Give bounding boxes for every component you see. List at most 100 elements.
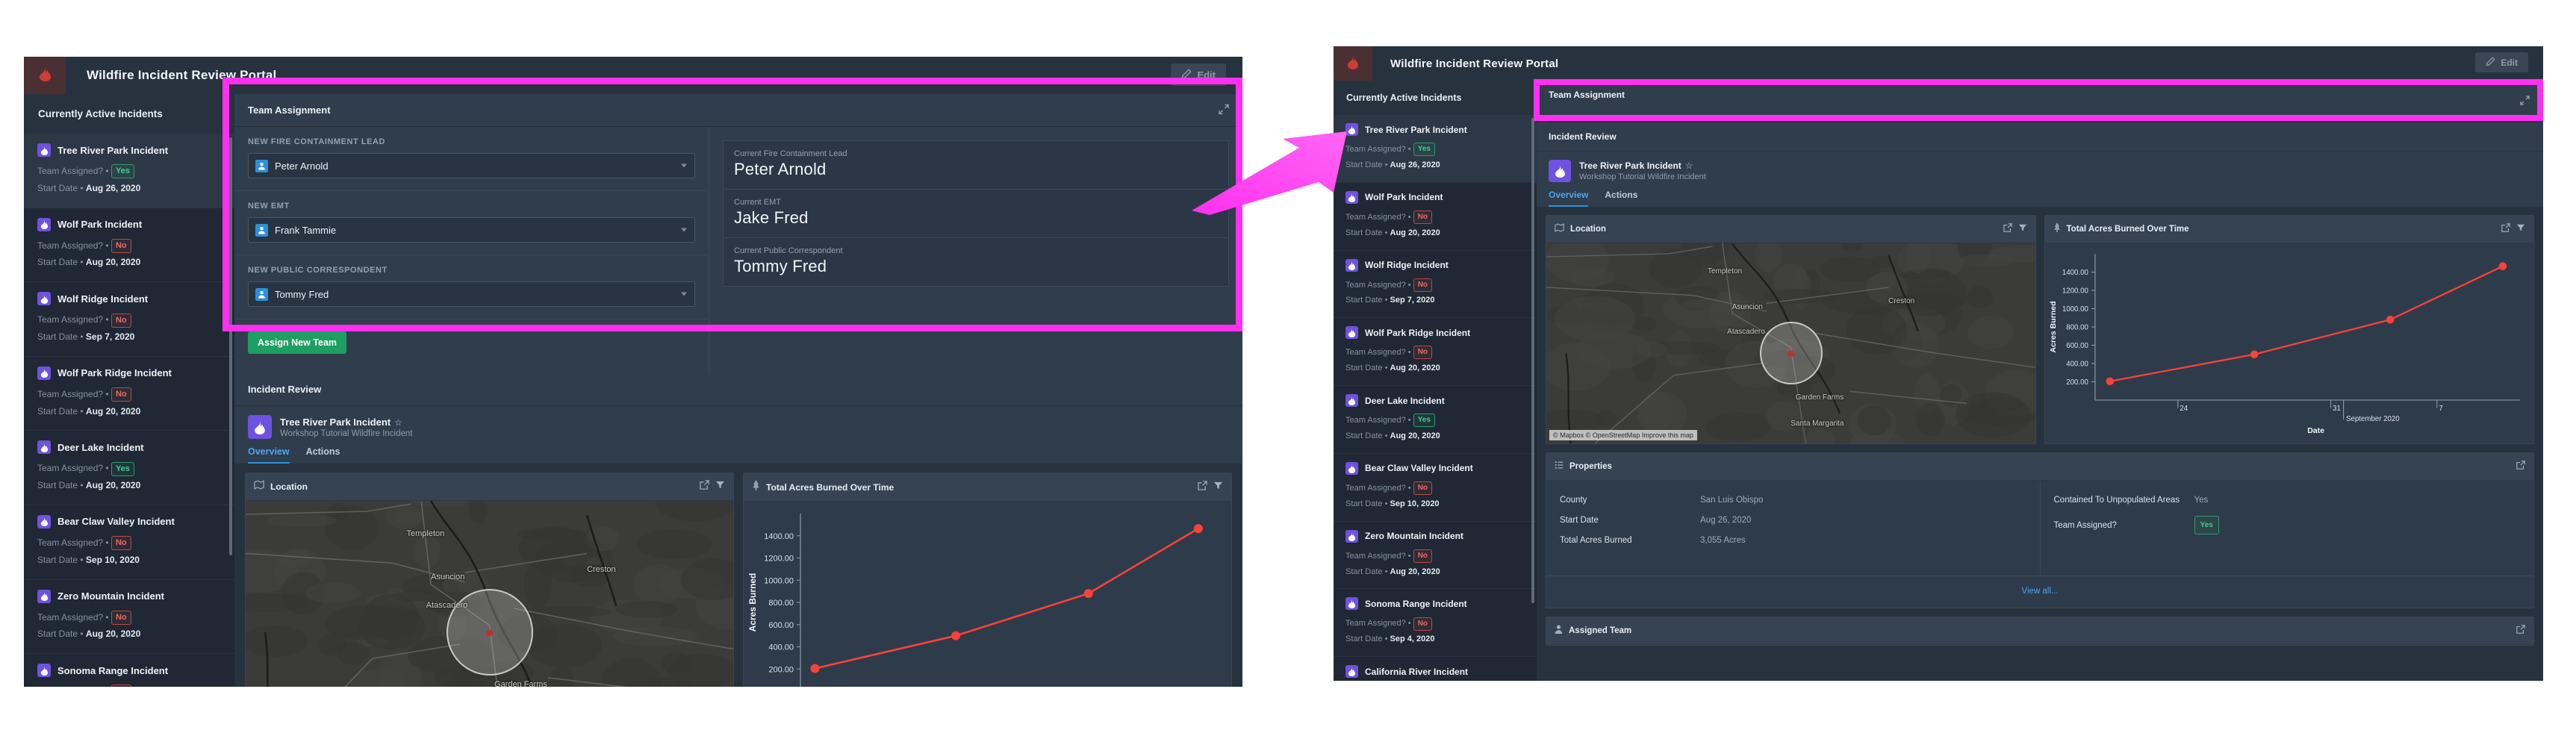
list-item[interactable]: Sonoma Range Incident Team Assigned? • No…: [1334, 589, 1537, 657]
location-map[interactable]: © Mapbox © OpenStreetMap Improve this ma…: [1546, 243, 2035, 443]
list-item[interactable]: Bear Claw Valley Incident Team Assigned? …: [1334, 454, 1537, 522]
app-logo: [1334, 46, 1372, 81]
incident-flame-icon: [1345, 597, 1358, 610]
acres-burned-chart[interactable]: 200.00 400.00 600.00 800.00 1000.00 1200.00 14…: [744, 502, 1231, 687]
incident-tabs: Overview Actions: [248, 446, 1229, 464]
location-card-title: Location: [270, 481, 694, 492]
tab-actions[interactable]: Actions: [306, 446, 340, 464]
incident-list[interactable]: Tree River Park Incident Team Assigned? •…: [24, 134, 234, 687]
list-item[interactable]: Wolf Ridge Incident Team Assigned? • No St…: [24, 282, 234, 357]
favorite-star-icon[interactable]: ☆: [1685, 160, 1693, 171]
chart-point[interactable]: [1194, 524, 1203, 533]
list-item[interactable]: California River IncidentTeam Assigned? …: [1334, 657, 1537, 681]
svg-text:400.00: 400.00: [768, 643, 794, 652]
person-select[interactable]: Peter Arnold: [248, 153, 695, 178]
assign-new-team-button[interactable]: Assign New Team: [248, 331, 346, 354]
title-bar: Wildfire Incident Review Portal Edit: [24, 57, 1242, 94]
chart-point[interactable]: [2250, 350, 2258, 358]
list-item[interactable]: Sonoma Range Incident Team Assigned? • No…: [24, 654, 234, 687]
property-row: Contained To Unpopulated Areas Yes: [2054, 496, 2521, 505]
tab-overview[interactable]: Overview: [248, 446, 290, 464]
view-all-link[interactable]: View all...: [1546, 576, 2533, 608]
funnel-icon[interactable]: [2516, 222, 2525, 236]
svg-text:1000.00: 1000.00: [2062, 305, 2088, 314]
list-item[interactable]: Wolf Ridge Incident Team Assigned? • No St…: [1334, 251, 1537, 319]
svg-text:1400.00: 1400.00: [2062, 269, 2088, 277]
open-external-icon[interactable]: [700, 480, 709, 493]
location-map[interactable]: Templeton Asuncion Creston Atascadero Garden…: [246, 501, 733, 687]
incident-start-date: Start Date • Aug 20, 2020: [1345, 564, 1528, 580]
list-item[interactable]: Tree River Park Incident Team Assigned? •…: [1334, 115, 1537, 183]
incident-review-header: Tree River Park Incident ☆ Workshop Tutor…: [1537, 152, 2543, 207]
edit-button[interactable]: Edit: [1171, 63, 1226, 86]
tab-overview[interactable]: Overview: [1549, 190, 1588, 207]
list-item[interactable]: Wolf Park Incident Team Assigned? • No Sta…: [1334, 183, 1537, 251]
tab-actions[interactable]: Actions: [1605, 190, 1637, 207]
chart-point[interactable]: [810, 664, 819, 673]
chart-svg: 200.00 400.00 600.00 800.00 1000.00 1200.00 14…: [2045, 243, 2534, 443]
incident-team-assigned: Team Assigned? • No: [37, 311, 224, 328]
map-label: Templeton: [1708, 267, 1742, 275]
list-item[interactable]: Zero Mountain Incident Team Assigned? • N…: [24, 580, 234, 655]
list-item[interactable]: Tree River Park Incident Team Assigned? •…: [24, 134, 234, 208]
incident-review-title: Incident Review: [248, 384, 321, 395]
map-attribution[interactable]: © Mapbox © OpenStreetMap Improve this ma…: [1549, 430, 1697, 440]
person-select[interactable]: Tommy Fred: [248, 281, 695, 307]
app-logo: [24, 57, 66, 94]
chart-point[interactable]: [2106, 378, 2114, 386]
incident-title: Tree River Park Incident ☆: [1579, 160, 1706, 171]
acres-burned-chart[interactable]: 200.00 400.00 600.00 800.00 1000.00 1200.00 14…: [2045, 243, 2534, 443]
funnel-icon[interactable]: [1213, 481, 1223, 494]
person-select[interactable]: Frank Tammie: [248, 217, 695, 243]
flame-icon: [1347, 54, 1359, 73]
screenshot-stage: Wildfire Incident Review Portal Edit Cur…: [0, 0, 2576, 739]
funnel-icon[interactable]: [715, 480, 725, 493]
list-item[interactable]: Deer Lake Incident Team Assigned? • Yes St…: [24, 431, 234, 505]
open-external-icon[interactable]: [1198, 481, 1207, 494]
app-title: Wildfire Incident Review Portal: [1390, 57, 1558, 70]
open-external-icon[interactable]: [2516, 460, 2525, 473]
incident-start-date: Start Date • Sep 4, 2020: [1345, 632, 1528, 647]
incident-name: Bear Claw Valley Incident: [1365, 463, 1473, 473]
team-assignment-title: Team Assignment: [1549, 90, 1625, 100]
chart-point[interactable]: [1084, 589, 1093, 598]
incident-title-row: California River Incident: [1345, 665, 1528, 678]
list-item[interactable]: Wolf Park Ridge Incident Team Assigned? •…: [24, 357, 234, 431]
chart-point[interactable]: [2498, 262, 2507, 270]
open-external-icon[interactable]: [2501, 222, 2510, 236]
edit-button[interactable]: Edit: [2475, 52, 2528, 72]
incident-title-row: Zero Mountain Incident: [37, 590, 224, 603]
incident-name: Deer Lake Incident: [57, 442, 144, 453]
list-item[interactable]: Bear Claw Valley Incident Team Assigned? …: [24, 505, 234, 580]
open-external-icon[interactable]: [2003, 222, 2012, 236]
expand-icon[interactable]: [2520, 96, 2530, 107]
chart-point[interactable]: [2386, 316, 2394, 324]
open-external-icon[interactable]: [2516, 624, 2525, 637]
fire-tree-icon: [752, 480, 760, 494]
main-content: Team Assignment Incident Review Tree Riv…: [1537, 81, 2543, 681]
status-badge: Yes: [1413, 414, 1435, 427]
team-assignment-section-header[interactable]: Team Assignment: [1537, 81, 2543, 122]
chart-point[interactable]: [951, 632, 960, 640]
incident-name: Deer Lake Incident: [1365, 396, 1445, 406]
sidebar-scrollbar[interactable]: [229, 137, 232, 555]
favorite-star-icon[interactable]: ☆: [394, 417, 402, 428]
field-label: NEW EMT: [248, 202, 695, 211]
incident-name: Bear Claw Valley Incident: [57, 516, 175, 527]
property-value: Aug 26, 2020: [1700, 516, 1751, 525]
funnel-icon[interactable]: [2018, 222, 2027, 236]
incident-title-row: Tree River Park Incident: [1345, 123, 1528, 136]
current-role-label: Current EMT: [734, 198, 1218, 207]
property-row: Start Date Aug 26, 2020: [1560, 516, 2026, 525]
collapse-icon[interactable]: [1219, 104, 1229, 116]
list-item[interactable]: Wolf Park Incident Team Assigned? • No Sta…: [24, 208, 234, 283]
incident-team-assigned: Team Assigned? • Yes: [37, 460, 224, 477]
svg-text:200.00: 200.00: [2066, 378, 2088, 387]
sidebar-scrollbar[interactable]: [1531, 118, 1534, 603]
list-item[interactable]: Deer Lake Incident Team Assigned? • Yes St…: [1334, 386, 1537, 454]
property-row: Total Acres Burned 3,055 Acres: [1560, 536, 2026, 545]
list-item[interactable]: Wolf Park Ridge Incident Team Assigned? •…: [1334, 318, 1537, 386]
list-item[interactable]: Zero Mountain Incident Team Assigned? • N…: [1334, 522, 1537, 590]
location-card-header: Location: [246, 473, 733, 501]
incident-list[interactable]: Tree River Park Incident Team Assigned? •…: [1334, 115, 1537, 681]
